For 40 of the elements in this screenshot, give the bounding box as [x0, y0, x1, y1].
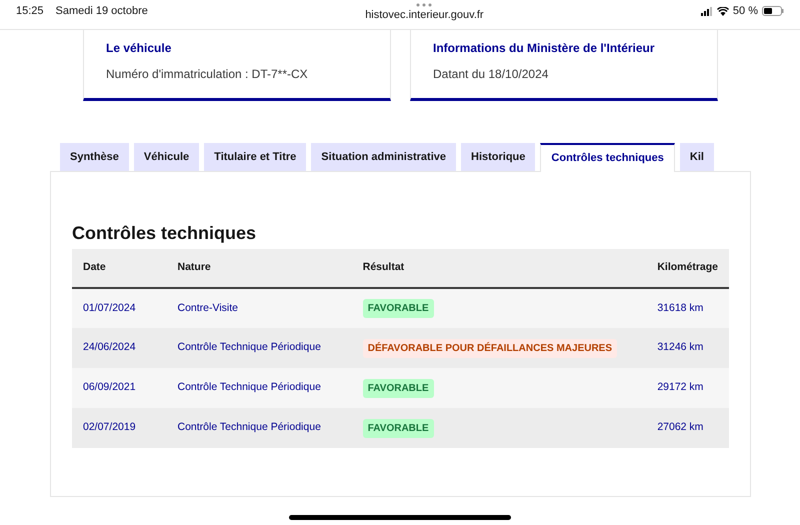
tab[interactable]: Contrôles techniques [540, 143, 675, 172]
date-cell: 24/06/2024 [72, 328, 166, 368]
result-badge: FAVORABLE [362, 418, 434, 438]
wifi-icon [716, 6, 729, 16]
card-text: Numéro d'immatriculation : DT-7**-CX [106, 66, 309, 83]
mileage-cell: 31618 km [646, 288, 729, 328]
nature-cell: Contrôle Technique Périodique [166, 408, 352, 448]
date-cell: 06/09/2021 [72, 368, 166, 408]
result-badge: FAVORABLE [362, 378, 434, 398]
result-badge: DÉFAVORABLE POUR DÉFAILLANCES MAJEURES [362, 338, 618, 358]
column-header: Kilométrage [646, 249, 729, 288]
status-time: 15:25 [16, 4, 44, 19]
card-title: Le véhicule [106, 40, 172, 57]
more-icon [416, 3, 432, 7]
tab[interactable]: Kil [680, 143, 714, 171]
column-header: Nature [166, 249, 352, 288]
mileage-cell: 31246 km [646, 328, 729, 368]
tab[interactable]: Véhicule [134, 143, 200, 171]
result-badge: FAVORABLE [362, 299, 434, 318]
column-header: Date [72, 249, 166, 288]
signal-icon [700, 6, 713, 16]
mileage-cell: 27062 km [646, 408, 729, 448]
date-cell: 02/07/2019 [72, 408, 166, 448]
column-header: Résultat [352, 249, 646, 288]
tab[interactable]: Synthèse [60, 143, 129, 171]
status-date: Samedi 19 octobre [56, 4, 148, 19]
tab[interactable]: Situation administrative [311, 143, 456, 171]
url-text: histovec.interieur.gouv.fr [365, 8, 484, 23]
nature-cell: Contrôle Technique Périodique [166, 328, 352, 368]
card-text: Datant du 18/10/2024 [433, 66, 550, 83]
card-title: Informations du Ministère de l'Intérieur [433, 40, 656, 57]
section-title: Contrôles techniques [72, 222, 258, 245]
tab[interactable]: Historique [461, 143, 536, 171]
nature-cell: Contre-Visite [166, 288, 352, 328]
battery-icon [762, 6, 784, 16]
nature-cell: Contrôle Technique Périodique [166, 368, 352, 408]
battery-text: 50 % [732, 4, 758, 19]
mileage-cell: 29172 km [646, 368, 729, 408]
date-cell: 01/07/2024 [72, 288, 166, 328]
tab[interactable]: Titulaire et Titre [204, 143, 306, 171]
